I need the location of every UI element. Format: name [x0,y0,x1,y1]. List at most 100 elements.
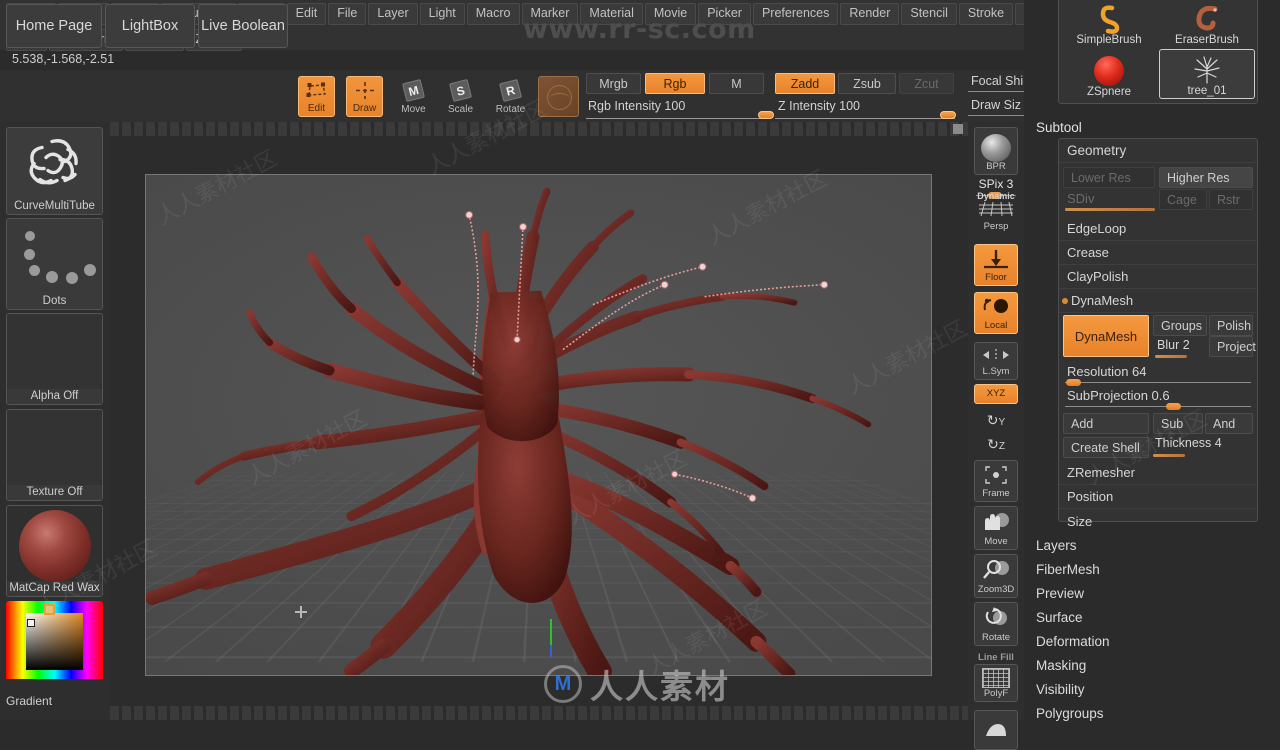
menu-layer[interactable]: Layer [368,3,418,25]
resolution-track[interactable] [1065,382,1251,383]
canvas-bottom-scrollstrip[interactable] [110,706,968,720]
rotate-nav-button[interactable]: Rotate [974,602,1018,646]
menu-edit[interactable]: Edit [286,3,327,25]
menu-preferences[interactable]: Preferences [752,3,839,25]
menu-file[interactable]: File [328,3,367,25]
perspective-button[interactable]: Dynamic Persp [974,191,1018,234]
material-palette-slot[interactable]: MatCap Red Wax [6,505,103,597]
blur-label[interactable]: Blur 2 [1157,338,1190,352]
sdiv-slider[interactable] [1065,208,1155,211]
higher-res-button[interactable]: Higher Res [1159,167,1253,188]
document-viewport[interactable] [145,174,932,676]
move-mode-button[interactable]: M Move [395,76,432,117]
z-intensity-handle[interactable] [940,111,956,119]
polyframe-button[interactable]: PolyF [974,664,1018,702]
dynamesh-button[interactable]: DynaMesh [1063,315,1149,357]
stroke-palette-slot[interactable]: Dots [6,218,103,310]
m-toggle[interactable]: M [709,73,764,94]
rgb-toggle[interactable]: Rgb [645,73,705,94]
subprojection-handle[interactable] [1166,403,1181,410]
lower-res-button[interactable]: Lower Res [1063,167,1155,188]
panel-section-polygroups[interactable]: Polygroups [1024,701,1280,725]
dynamesh-header-row[interactable]: DynaMesh [1059,289,1257,313]
hue-marker[interactable] [44,604,55,615]
panel-section-masking[interactable]: Masking [1024,653,1280,677]
menu-material[interactable]: Material [580,3,643,25]
subprojection-track[interactable] [1065,406,1251,407]
rotate-mode-button[interactable]: R Rotate [492,76,529,117]
focal-shift-label[interactable]: Focal Shi [971,74,1023,88]
claypolish-row[interactable]: ClayPolish [1059,265,1257,289]
tool-cell-tree01[interactable]: tree_01 [1159,49,1255,99]
size-row[interactable]: Size [1059,509,1257,533]
edgeloop-row[interactable]: EdgeLoop [1059,217,1257,241]
color-picker-slot[interactable] [6,601,103,693]
frame-button[interactable]: Frame [974,460,1018,502]
tool-cell-simplebrush[interactable]: SimpleBrush [1061,0,1157,47]
canvas-top-scrollstrip[interactable] [110,122,968,136]
rotate-z-button[interactable]: ↻Z [974,434,1018,456]
menu-picker[interactable]: Picker [698,3,751,25]
menu-light[interactable]: Light [419,3,465,25]
draw-mode-button[interactable]: Draw [346,76,383,117]
menu-movie[interactable]: Movie [644,3,697,25]
project-button[interactable]: Project [1209,336,1256,357]
cage-button[interactable]: Cage [1159,189,1207,210]
panel-section-visibility[interactable]: Visibility [1024,677,1280,701]
resolution-handle[interactable] [1066,379,1081,386]
create-shell-button[interactable]: Create Shell [1063,437,1149,458]
mrgb-toggle[interactable]: Mrgb [586,73,641,94]
local-button[interactable]: Local [974,292,1018,334]
subtool-section-title[interactable]: Subtool [1024,120,1280,135]
groups-button[interactable]: Groups [1153,315,1207,336]
xyz-button[interactable]: XYZ [974,384,1018,404]
panel-section-preview[interactable]: Preview [1024,581,1280,605]
crease-row[interactable]: Crease [1059,241,1257,265]
rstr-button[interactable]: Rstr [1209,189,1253,210]
brush-palette-slot[interactable]: CurveMultiTube [6,127,103,215]
z-intensity-track[interactable] [775,118,955,119]
zadd-toggle[interactable]: Zadd [775,73,835,94]
scale-mode-button[interactable]: S Scale [442,76,479,117]
menu-stencil[interactable]: Stencil [901,3,957,25]
move-nav-button[interactable]: Move [974,506,1018,550]
menu-marker[interactable]: Marker [521,3,579,25]
rgb-intensity-track[interactable] [586,118,766,119]
floor-button[interactable]: Floor [974,244,1018,286]
menu-stroke[interactable]: Stroke [958,3,1014,25]
live-boolean-button[interactable]: Live Boolean [198,4,288,48]
sub-button[interactable]: Sub [1153,413,1203,434]
alpha-palette-slot[interactable]: Alpha Off [6,313,103,405]
polish-button[interactable]: Polish [1209,315,1253,336]
zcut-toggle[interactable]: Zcut [899,73,954,94]
tool-cell-zsphere[interactable]: ZSpnere [1061,49,1157,99]
lightbox-button[interactable]: LightBox [105,4,195,48]
texture-palette-slot[interactable]: Texture Off [6,409,103,501]
rotate-y-button[interactable]: ↻Y [974,410,1018,432]
extra-nav-button[interactable] [974,710,1018,750]
draw-size-label[interactable]: Draw Siz [971,98,1021,112]
panel-section-layers[interactable]: Layers [1024,533,1280,557]
zsub-toggle[interactable]: Zsub [838,73,896,94]
thickness-slider[interactable] [1153,454,1185,457]
scroll-handle[interactable] [953,124,963,134]
menu-render[interactable]: Render [840,3,900,25]
color-wheel[interactable] [6,601,103,679]
current-material-swatch[interactable] [538,76,579,117]
panel-section-fibermesh[interactable]: FiberMesh [1024,557,1280,581]
panel-section-deformation[interactable]: Deformation [1024,629,1280,653]
and-button[interactable]: And [1205,413,1253,434]
bpr-button[interactable]: BPR [974,127,1018,175]
edit-mode-button[interactable]: Edit [298,76,335,117]
zoom3d-button[interactable]: Zoom3D [974,554,1018,598]
zremesher-row[interactable]: ZRemesher [1059,461,1257,485]
menu-macro[interactable]: Macro [466,3,520,25]
blur-slider[interactable] [1155,355,1187,358]
geometry-header-row[interactable]: Geometry [1059,139,1257,163]
panel-section-surface[interactable]: Surface [1024,605,1280,629]
position-row[interactable]: Position [1059,485,1257,509]
saturation-marker[interactable] [27,619,35,627]
home-page-button[interactable]: Home Page [6,4,102,48]
rgb-intensity-handle[interactable] [758,111,774,119]
local-symmetry-button[interactable]: L.Sym [974,342,1018,380]
